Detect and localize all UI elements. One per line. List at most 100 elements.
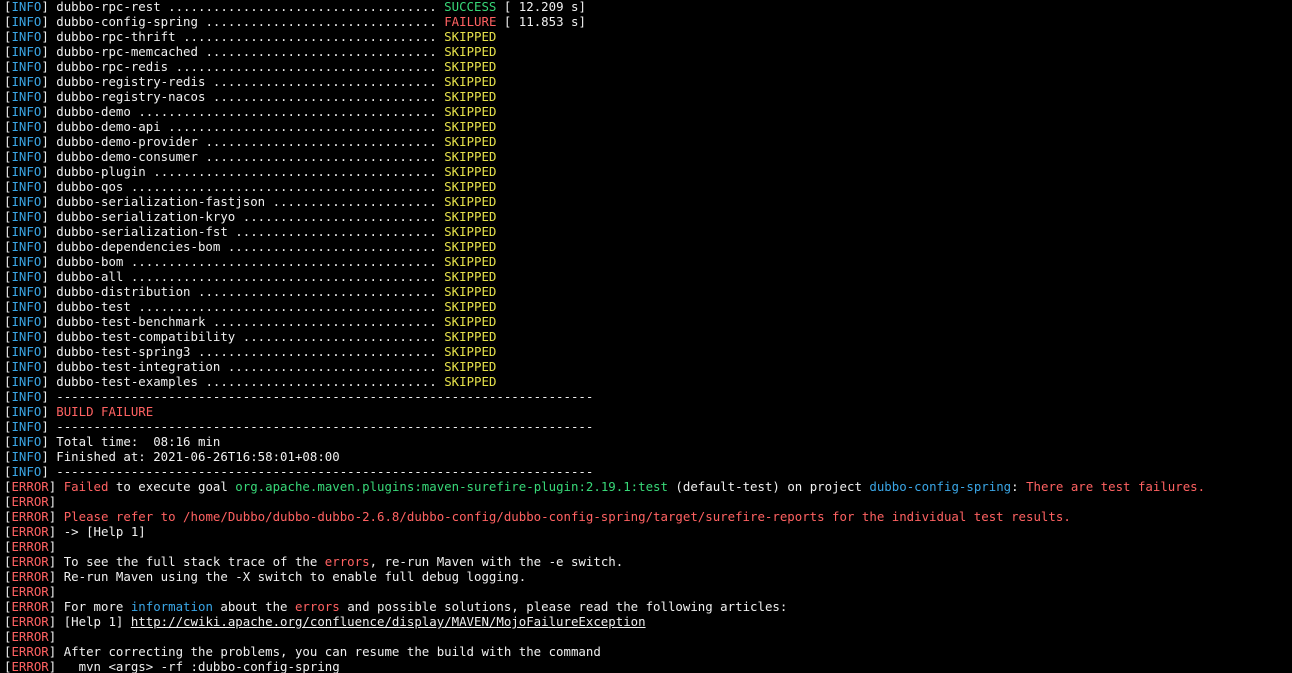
module-name: dubbo-registry-redis [56,74,206,89]
module-dots: ............................... [205,149,437,164]
module-dots: .......................... [242,329,437,344]
module-name: dubbo-test-benchmark [56,314,206,329]
module-status: SKIPPED [444,299,497,314]
module-status: SKIPPED [444,149,497,164]
separator-line: [INFO] ---------------------------------… [4,419,594,434]
module-line: [INFO] dubbo-test-examples .............… [4,374,497,389]
module-name: dubbo-plugin [56,164,146,179]
module-dots: ............................... [205,14,437,29]
module-line: [INFO] dubbo-serialization-fastjson ....… [4,194,497,209]
module-line: [INFO] dubbo-rpc-redis .................… [4,59,497,74]
module-name: dubbo-demo-api [56,119,161,134]
module-dots: ........................................… [130,254,437,269]
module-line: [INFO] dubbo-registry-nacos ............… [4,89,497,104]
error-line-help-link: [ERROR] [Help 1] http://cwiki.apache.org… [4,614,646,629]
module-status: SKIPPED [444,179,497,194]
module-line: [INFO] dubbo-bom .......................… [4,254,497,269]
module-dots: ...................................... [153,164,437,179]
module-name: dubbo-rpc-thrift [56,29,176,44]
error-line-please-refer: [ERROR] Please refer to /home/Dubbo/dubb… [4,509,1071,524]
module-status: SKIPPED [444,254,497,269]
error-line-help-ref: [ERROR] -> [Help 1] [4,524,146,539]
module-line: [INFO] dubbo-test ......................… [4,299,497,314]
error-line-empty: [ERROR] [4,539,57,554]
module-name: dubbo-serialization-kryo [56,209,236,224]
module-dots: ................................ [197,284,437,299]
module-status: SKIPPED [444,59,497,74]
module-dots: .................................... [168,119,437,134]
module-dots: ............................ [227,239,437,254]
error-line-empty: [ERROR] [4,584,57,599]
module-dots: ............................... [205,134,437,149]
module-line: [INFO] dubbo-plugin ....................… [4,164,497,179]
module-dots: ........................... [235,224,437,239]
module-status: SKIPPED [444,329,497,344]
module-dots: .............................. [212,314,437,329]
module-line: [INFO] dubbo-rpc-memcached .............… [4,44,497,59]
module-status: SKIPPED [444,284,497,299]
error-line-resume-command: [ERROR] mvn <args> -rf :dubbo-config-spr… [4,659,340,673]
module-status: SKIPPED [444,374,497,389]
module-line: [INFO] dubbo-qos .......................… [4,179,497,194]
module-dots: .................................... [168,0,437,14]
build-result: BUILD FAILURE [56,404,154,419]
module-name: dubbo-rpc-memcached [56,44,198,59]
build-result-line: [INFO] BUILD FAILURE [4,404,154,419]
module-dots: .............................. [212,89,437,104]
module-name: dubbo-demo-consumer [56,149,198,164]
module-line: [INFO] dubbo-demo-provider .............… [4,134,497,149]
error-line-more-info: [ERROR] For more information about the e… [4,599,788,614]
module-name: dubbo-test [56,299,131,314]
module-dots: ............................... [205,44,437,59]
module-status: FAILURE [444,14,497,29]
module-line: [INFO] dubbo-rpc-rest ..................… [4,0,586,14]
module-line: [INFO] dubbo-test-compatibility ........… [4,329,497,344]
module-line: [INFO] dubbo-registry-redis ............… [4,74,497,89]
module-name: dubbo-test-integration [56,359,221,374]
module-status: SUCCESS [444,0,497,14]
module-status: SKIPPED [444,239,497,254]
module-dots: .......................... [242,209,437,224]
module-line: [INFO] dubbo-test-integration ..........… [4,359,497,374]
module-dots: ............................ [227,359,437,374]
module-name: dubbo-serialization-fst [56,224,228,239]
error-line-failed-goal: [ERROR] Failed to execute goal org.apach… [4,479,1206,494]
module-line: [INFO] dubbo-test-benchmark ............… [4,314,497,329]
module-dots: ...................... [272,194,437,209]
module-status: SKIPPED [444,104,497,119]
module-dots: ................................... [175,59,437,74]
module-line: [INFO] dubbo-demo-consumer .............… [4,149,497,164]
module-status: SKIPPED [444,344,497,359]
module-status: SKIPPED [444,74,497,89]
module-name: dubbo-test-compatibility [56,329,236,344]
module-status: SKIPPED [444,194,497,209]
module-name: dubbo-rpc-redis [56,59,169,74]
module-status: SKIPPED [444,269,497,284]
module-name: dubbo-bom [56,254,124,269]
module-name: dubbo-qos [56,179,124,194]
module-line: [INFO] dubbo-distribution ..............… [4,284,497,299]
terminal-window[interactable]: [INFO] dubbo-rpc-rest ..................… [0,0,1292,673]
module-status: SKIPPED [444,44,497,59]
module-name: dubbo-serialization-fastjson [56,194,266,209]
module-line: [INFO] dubbo-config-spring .............… [4,14,586,29]
module-status: SKIPPED [444,314,497,329]
error-line-empty: [ERROR] [4,629,57,644]
module-dots: .................................. [183,29,437,44]
module-dots: ............................... [205,374,437,389]
finished-at-line: [INFO] Finished at: 2021-06-26T16:58:01+… [4,449,340,464]
separator-line: [INFO] ---------------------------------… [4,464,594,479]
module-status: SKIPPED [444,134,497,149]
module-name: dubbo-registry-nacos [56,89,206,104]
module-line: [INFO] dubbo-serialization-kryo ........… [4,209,497,224]
module-dots: ........................................ [138,104,437,119]
module-name: dubbo-config-spring [56,14,198,29]
module-name: dubbo-dependencies-bom [56,239,221,254]
module-status: SKIPPED [444,359,497,374]
module-dots: ........................................ [138,299,437,314]
error-line-empty: [ERROR] [4,494,57,509]
help-link[interactable]: http://cwiki.apache.org/confluence/displ… [131,614,646,629]
module-line: [INFO] dubbo-demo-api ..................… [4,119,497,134]
module-time: [ 11.853 s] [496,14,586,29]
module-status: SKIPPED [444,209,497,224]
